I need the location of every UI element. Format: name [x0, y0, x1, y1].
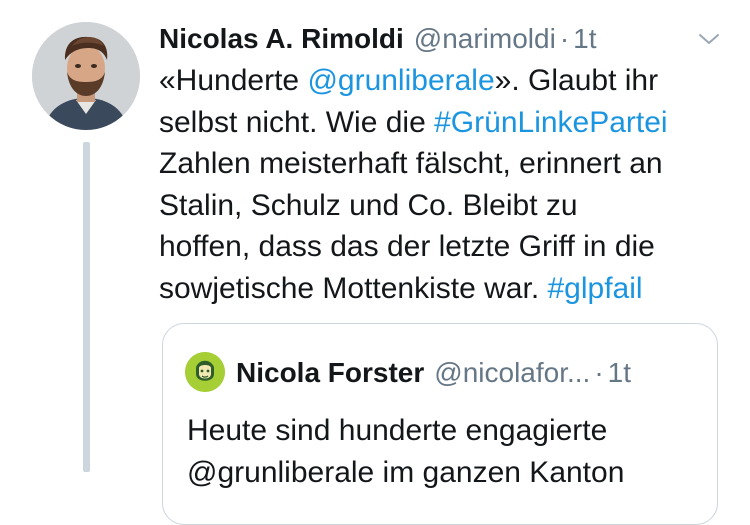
tweet-text-line: Stalin, Schulz und Co. Bleibt zu: [159, 185, 739, 227]
author-name[interactable]: Nicolas A. Rimoldi: [159, 23, 404, 55]
tweet-text-line: selbst nicht. Wie die #GrünLinkePartei: [159, 102, 739, 144]
hashtag-link[interactable]: #GrünLinkePartei: [434, 106, 667, 139]
tweet-text-segment: selbst nicht. Wie die: [159, 105, 435, 139]
quoted-text-line: @grunliberale im ganzen Kanton: [187, 455, 625, 489]
hashtag-link[interactable]: #glpfail: [548, 272, 643, 305]
quoted-separator-dot: ·: [594, 357, 604, 388]
tweet-text-segment: ». Glaubt ihr: [494, 64, 659, 97]
quoted-avatar-graphic: [185, 352, 225, 392]
tweet-text-segment: Stalin, Schulz und Co. Bleibt zu: [159, 188, 578, 222]
tweet-text-segment: Zahlen meisterhaft fälscht, erinnert an: [159, 147, 663, 180]
tweet-text-line: Zahlen meisterhaft fälscht, erinnert an: [159, 143, 739, 185]
quoted-author-avatar[interactable]: [185, 352, 225, 392]
quoted-text-line: Heute sind hunderte engagierte: [187, 414, 608, 447]
mention-link[interactable]: @grunliberale: [307, 64, 494, 97]
tweet-text-line: hoffen, dass das der letzte Griff in die: [159, 226, 739, 268]
tweet-timestamp[interactable]: 1t: [573, 23, 596, 55]
quoted-tweet-text: Heute sind hunderte engagierte @grunlibe…: [187, 410, 707, 493]
separator-dot: ·: [559, 23, 570, 54]
quoted-tweet-header: Nicola Forster @nicolafor... · 1t: [236, 354, 706, 392]
tweet-text-segment: hoffen, dass das der letzte Griff in die: [159, 230, 655, 263]
quoted-author-handle[interactable]: @nicolafor...: [434, 357, 590, 389]
thread-connector-line: [83, 142, 90, 472]
quoted-tweet-card[interactable]: Nicola Forster @nicolafor... · 1t Heute …: [162, 323, 718, 525]
tweet-header: Nicolas A. Rimoldi @narimoldi · 1t: [159, 20, 724, 58]
chevron-down-icon[interactable]: [694, 24, 724, 54]
tweet-text-line: sowjetische Mottenkiste war. #glpfail: [159, 268, 739, 310]
author-avatar[interactable]: [32, 22, 140, 130]
tweet-text-line: «Hunderte @grunliberale». Glaubt ihr: [159, 60, 739, 102]
tweet-text: «Hunderte @grunliberale». Glaubt ihr selb…: [159, 60, 739, 309]
quoted-tweet-timestamp: 1t: [607, 357, 632, 388]
tweet-text-segment: «Hunderte: [159, 64, 308, 97]
author-handle[interactable]: @narimoldi: [414, 23, 556, 55]
avatar-photo: [32, 22, 140, 130]
quoted-author-name[interactable]: Nicola Forster: [236, 357, 424, 389]
tweet-text-segment: sowjetische Mottenkiste war.: [159, 271, 548, 305]
